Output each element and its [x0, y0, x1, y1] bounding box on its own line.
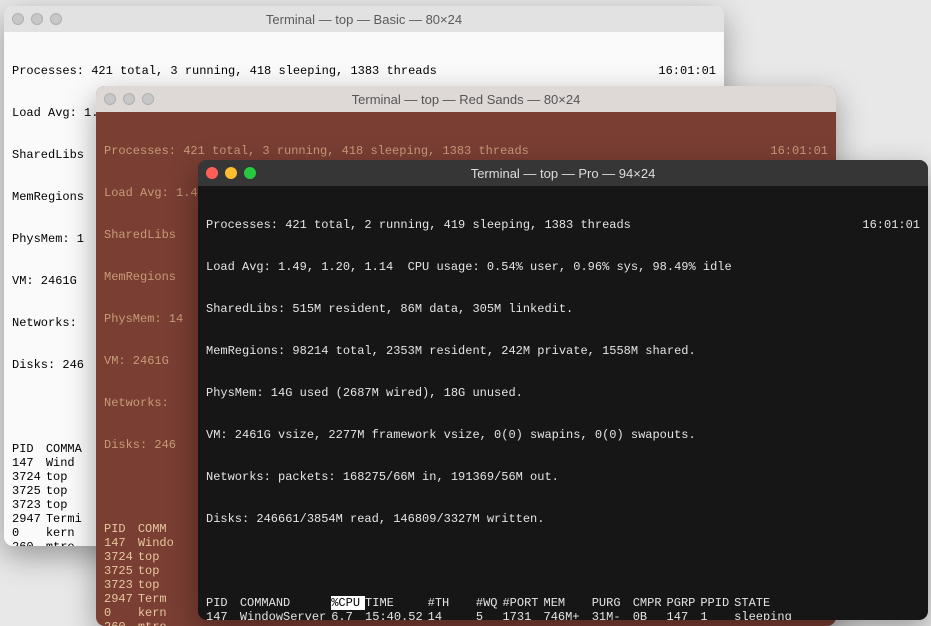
table-row: 260mtre — [104, 620, 179, 626]
process-table: PID COMMAND %CPU TIME #TH #WQ #PORT MEM … — [206, 596, 797, 620]
titlebar[interactable]: Terminal — top — Basic — 80×24 — [4, 6, 724, 32]
traffic-lights — [206, 167, 256, 179]
cell-cmd: kern — [138, 606, 179, 620]
stat-time: 16:01:01 — [658, 64, 716, 78]
table-row: 3724top — [12, 470, 87, 484]
table-row: 3723top — [12, 498, 87, 512]
stat-sharedlibs: SharedLibs: 515M resident, 86M data, 305… — [206, 302, 920, 316]
table-row: 0kern — [12, 526, 87, 540]
table-row: 0kern — [104, 606, 179, 620]
cell-pid: 3725 — [12, 484, 46, 498]
titlebar[interactable]: Terminal — top — Red Sands — 80×24 — [96, 86, 836, 112]
stat-processes: Processes: 421 total, 2 running, 419 sle… — [206, 218, 631, 232]
traffic-lights — [104, 93, 154, 105]
stat-load: Load Avg: 1.49, 1.20, 1.14 CPU usage: 0.… — [206, 260, 920, 274]
stat-processes: Processes: 421 total, 3 running, 418 sle… — [104, 144, 529, 158]
window-title: Terminal — top — Pro — 94×24 — [198, 166, 928, 181]
table-row: 147Windo — [104, 536, 179, 550]
traffic-lights — [12, 13, 62, 25]
cell-cmd: top — [46, 484, 87, 498]
cell-cmd: Termi — [46, 512, 87, 526]
stat-time: 16:01:01 — [862, 218, 920, 232]
cell-pid: 2947 — [104, 592, 138, 606]
cell-cmd: WindowServer — [240, 610, 331, 620]
cell-cmd: kern — [46, 526, 87, 540]
table-row: 147Wind — [12, 456, 87, 470]
stat-processes: Processes: 421 total, 3 running, 418 sle… — [12, 64, 437, 78]
stat-physmem: PhysMem: 14G used (2687M wired), 18G unu… — [206, 386, 920, 400]
cell-cmd: top — [138, 564, 179, 578]
cell-cmd: Wind — [46, 456, 87, 470]
cell-state: sleeping — [734, 610, 797, 620]
minimize-icon[interactable] — [123, 93, 135, 105]
cell-pid: 3723 — [12, 498, 46, 512]
cell-pid: 147 — [104, 536, 138, 550]
cell-ppid: 1 — [700, 610, 734, 620]
cell-pid: 3725 — [104, 564, 138, 578]
table-row: 147WindowServer6.715:40.521451731746M+31… — [206, 610, 797, 620]
cell-pgrp: 147 — [667, 610, 701, 620]
cell-pid: 0 — [104, 606, 138, 620]
cell-purg: 31M- — [592, 610, 633, 620]
cell-pid: 147 — [206, 610, 240, 620]
window-title: Terminal — top — Basic — 80×24 — [4, 12, 724, 27]
cell-cmd: top — [46, 498, 87, 512]
table-row: 260mtre — [12, 540, 87, 546]
table-row: 2947Termi — [12, 512, 87, 526]
cell-pid: 3724 — [12, 470, 46, 484]
close-icon[interactable] — [12, 13, 24, 25]
maximize-icon[interactable] — [244, 167, 256, 179]
cell-cmd: Windo — [138, 536, 179, 550]
close-icon[interactable] — [206, 167, 218, 179]
maximize-icon[interactable] — [50, 13, 62, 25]
cell-cmd: top — [138, 550, 179, 564]
process-table: PIDCOMMA 147Wind3724top3725top3723top294… — [12, 442, 87, 546]
cell-cmpr: 0B — [633, 610, 667, 620]
table-row: 3725top — [104, 564, 179, 578]
cell-pid: 3723 — [104, 578, 138, 592]
cell-port: 1731 — [502, 610, 543, 620]
cell-cpu: 6.7 — [331, 610, 365, 620]
cell-pid: 147 — [12, 456, 46, 470]
process-table: PIDCOMM 147Windo3724top3725top3723top294… — [104, 522, 179, 626]
cell-cmd: top — [138, 578, 179, 592]
cell-mem: 746M+ — [544, 610, 592, 620]
cell-wq: 5 — [476, 610, 503, 620]
cell-th: 14 — [428, 610, 476, 620]
minimize-icon[interactable] — [225, 167, 237, 179]
cell-pid: 260 — [12, 540, 46, 546]
terminal-body[interactable]: Processes: 421 total, 2 running, 419 sle… — [198, 186, 928, 620]
cell-pid: 3724 — [104, 550, 138, 564]
cell-time: 15:40.52 — [365, 610, 428, 620]
terminal-window-pro[interactable]: Terminal — top — Pro — 94×24 Processes: … — [198, 160, 928, 620]
table-row: 2947Term — [104, 592, 179, 606]
minimize-icon[interactable] — [31, 13, 43, 25]
maximize-icon[interactable] — [142, 93, 154, 105]
table-row: 3724top — [104, 550, 179, 564]
cell-pid: 2947 — [12, 512, 46, 526]
cell-cmd: mtre — [138, 620, 179, 626]
cell-pid: 260 — [104, 620, 138, 626]
cell-cmd: top — [46, 470, 87, 484]
cell-cmd: mtre — [46, 540, 87, 546]
stat-time: 16:01:01 — [770, 144, 828, 158]
table-row: 3725top — [12, 484, 87, 498]
stat-vm: VM: 2461G vsize, 2277M framework vsize, … — [206, 428, 920, 442]
window-title: Terminal — top — Red Sands — 80×24 — [96, 92, 836, 107]
cell-pid: 0 — [12, 526, 46, 540]
titlebar[interactable]: Terminal — top — Pro — 94×24 — [198, 160, 928, 186]
cell-cmd: Term — [138, 592, 179, 606]
stat-networks: Networks: packets: 168275/66M in, 191369… — [206, 470, 920, 484]
table-header: PID COMMAND %CPU TIME #TH #WQ #PORT MEM … — [206, 596, 797, 610]
table-row: 3723top — [104, 578, 179, 592]
close-icon[interactable] — [104, 93, 116, 105]
stat-disks: Disks: 246661/3854M read, 146809/3327M w… — [206, 512, 920, 526]
stat-memregions: MemRegions: 98214 total, 2353M resident,… — [206, 344, 920, 358]
